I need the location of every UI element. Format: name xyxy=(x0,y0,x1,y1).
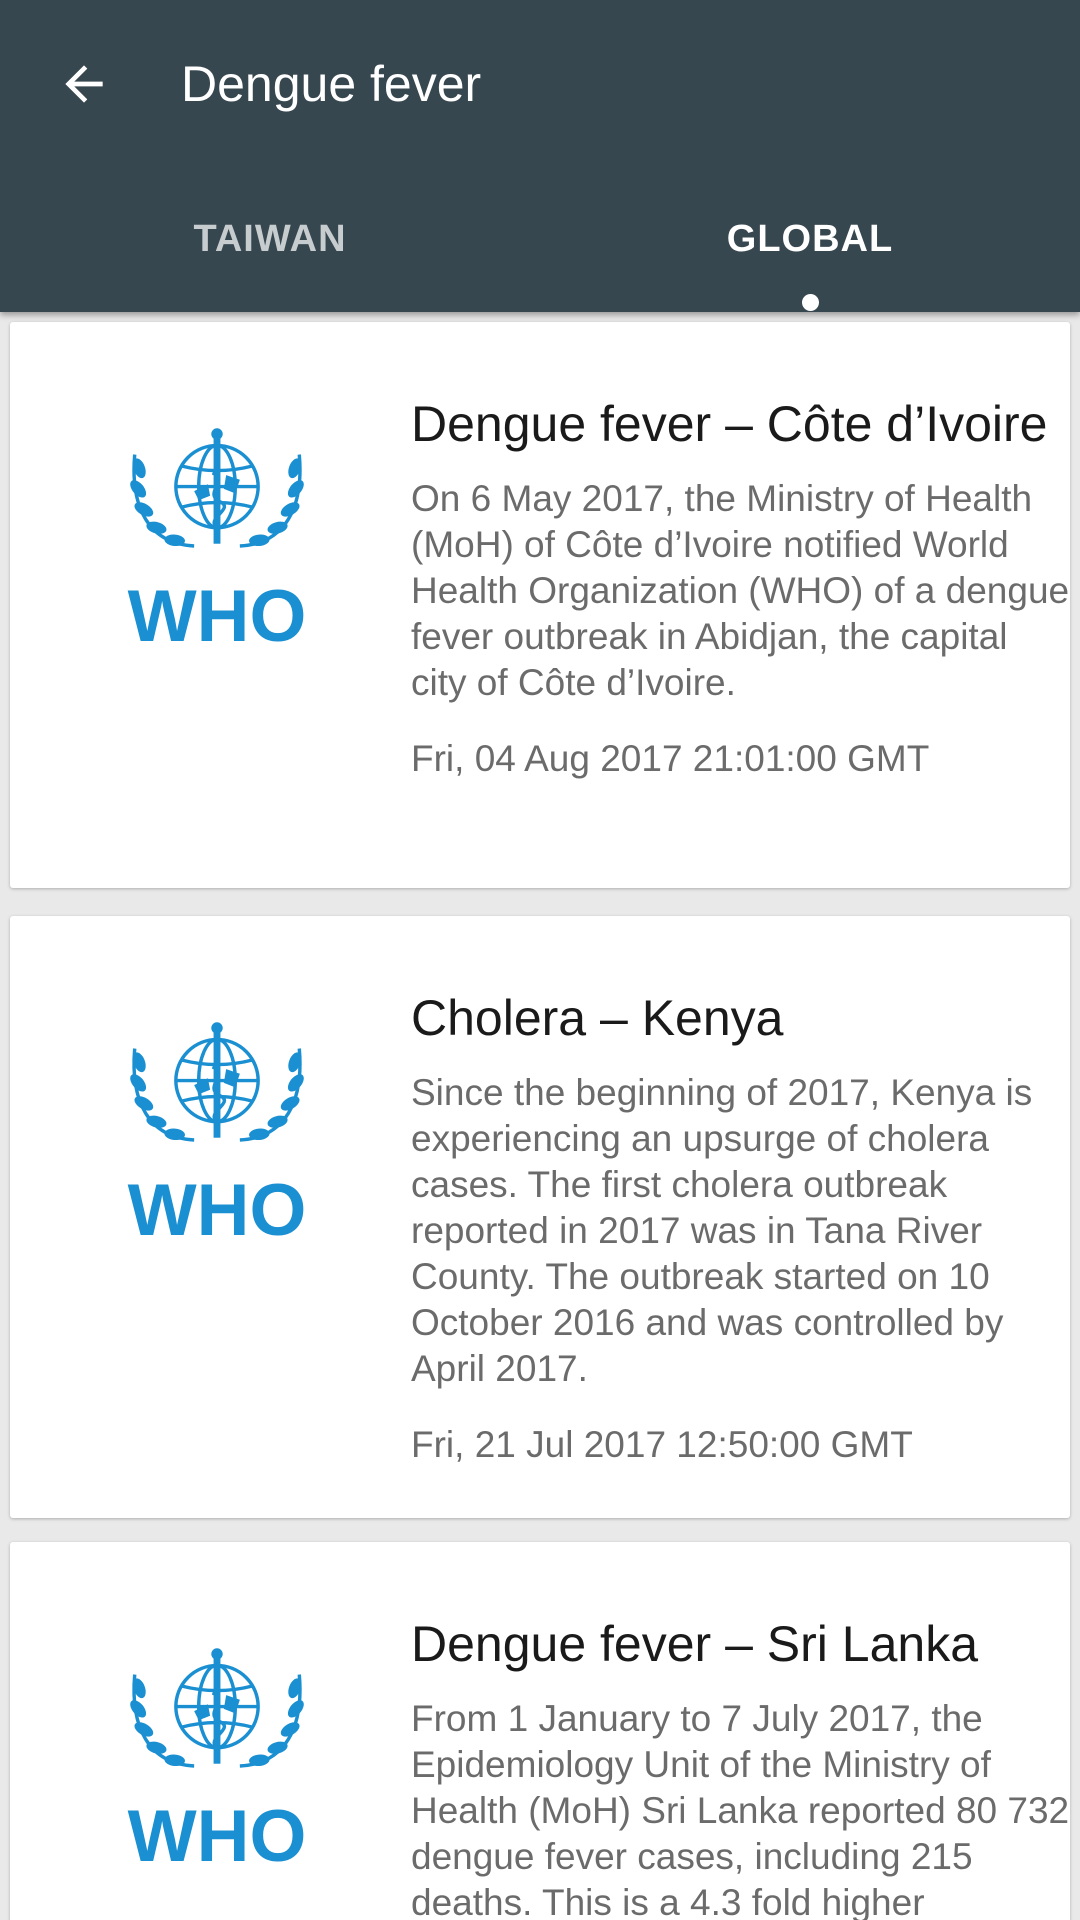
news-card[interactable]: WHO Dengue fever – Sri Lanka From 1 Janu… xyxy=(10,1542,1070,1920)
card-content: Cholera – Kenya Since the beginning of 2… xyxy=(411,986,1070,1468)
news-feed[interactable]: WHO Dengue fever – Côte d’Ivoire On 6 Ma… xyxy=(0,312,1080,1920)
back-button[interactable] xyxy=(44,44,124,124)
who-logo: WHO xyxy=(128,1648,307,1877)
tab-bar: TAIWAN GLOBAL xyxy=(0,200,1080,312)
tab-taiwan[interactable]: TAIWAN xyxy=(0,200,540,312)
active-tab-indicator xyxy=(802,294,819,311)
tab-global[interactable]: GLOBAL xyxy=(540,200,1080,312)
card-summary: Since the beginning of 2017, Kenya is ex… xyxy=(411,1072,1033,1389)
tab-global-label: GLOBAL xyxy=(726,218,894,260)
card-summary: From 1 January to 7 July 2017, the Epide… xyxy=(411,1698,1070,1920)
card-content: Dengue fever – Côte d’Ivoire On 6 May 20… xyxy=(411,392,1070,782)
who-logo-text: WHO xyxy=(128,1170,307,1251)
who-logo: WHO xyxy=(128,1022,307,1251)
card-title: Dengue fever – Sri Lanka xyxy=(411,1616,979,1672)
page-title: Dengue fever xyxy=(181,56,482,112)
card-content: Dengue fever – Sri Lanka From 1 January … xyxy=(411,1612,1070,1920)
news-card[interactable]: WHO Cholera – Kenya Since the beginning … xyxy=(10,916,1070,1518)
who-logo: WHO xyxy=(128,428,307,657)
who-logo-text: WHO xyxy=(128,1796,307,1877)
who-logo-text: WHO xyxy=(128,576,307,657)
card-title: Cholera – Kenya xyxy=(411,990,784,1046)
app-bar: Dengue fever TAIWAN GLOBAL xyxy=(0,0,1080,312)
arrow-back-icon xyxy=(65,65,103,103)
news-card[interactable]: WHO Dengue fever – Côte d’Ivoire On 6 Ma… xyxy=(10,322,1070,888)
card-date: Fri, 04 Aug 2017 21:01:00 GMT xyxy=(411,738,930,779)
card-summary: On 6 May 2017, the Ministry of Health (M… xyxy=(411,478,1070,703)
card-date: Fri, 21 Jul 2017 12:50:00 GMT xyxy=(411,1424,913,1465)
card-title: Dengue fever – Côte d’Ivoire xyxy=(411,396,1048,452)
